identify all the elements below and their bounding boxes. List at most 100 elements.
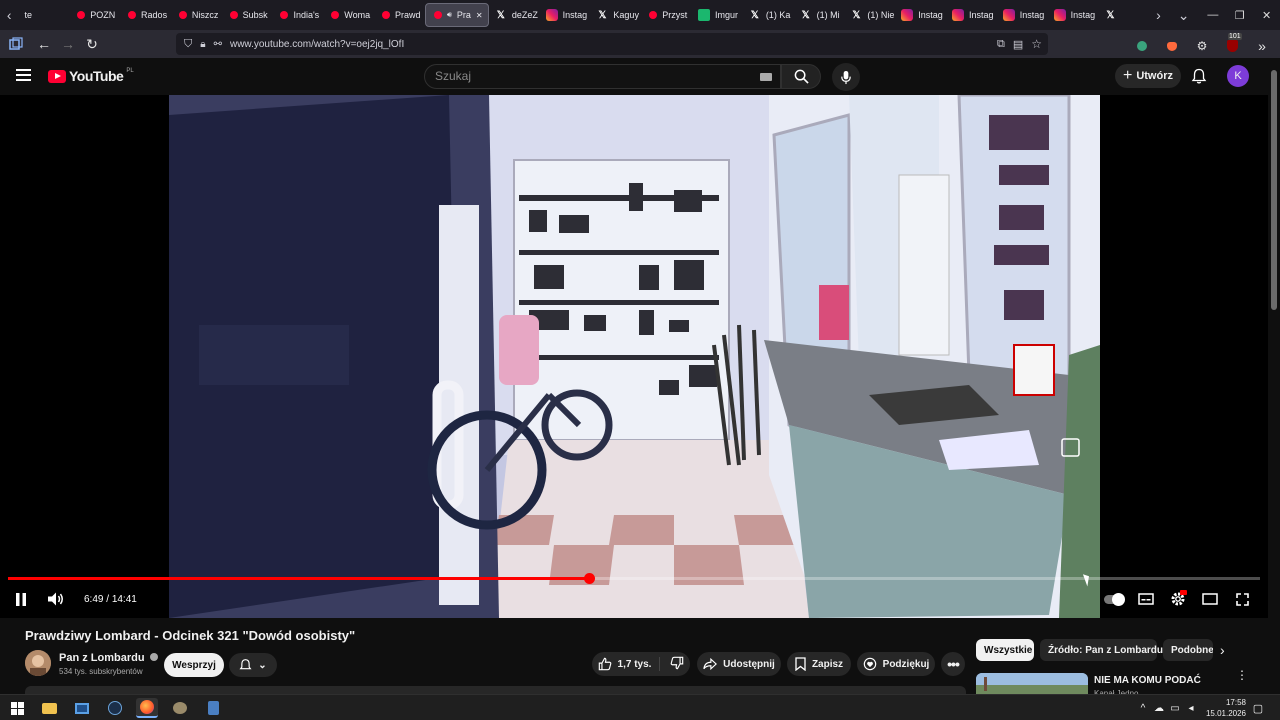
channel-avatar[interactable] bbox=[25, 650, 51, 676]
browser-tab[interactable]: Przyst bbox=[641, 3, 692, 27]
share-button[interactable]: Udostępnij bbox=[697, 652, 781, 676]
notification-bell-dropdown[interactable]: ⌄ bbox=[229, 653, 277, 677]
system-clock[interactable]: 17:58 15.01.2026 bbox=[1198, 697, 1246, 719]
tab-overview-icon[interactable] bbox=[4, 32, 28, 56]
create-button[interactable]: + Utwórz bbox=[1115, 64, 1181, 88]
tab-list-dropdown-icon[interactable]: ⌄ bbox=[1168, 0, 1200, 30]
notifications-center-icon[interactable]: ▢ bbox=[1250, 698, 1266, 718]
gimp-icon[interactable] bbox=[169, 698, 191, 718]
save-button[interactable]: Zapisz bbox=[787, 652, 851, 676]
tray-overflow-icon[interactable]: ^ bbox=[1137, 698, 1149, 718]
more-actions-button[interactable]: ••• bbox=[941, 652, 965, 676]
url-text[interactable]: www.youtube.com/watch?v=oej2jq_lOfI bbox=[230, 39, 404, 50]
browser-tab[interactable]: Instag bbox=[997, 3, 1048, 27]
chip-related[interactable]: Podobne bbox=[1163, 639, 1213, 661]
permissions-icon[interactable]: ⚯ bbox=[214, 39, 222, 50]
channel-name[interactable]: Pan z Lombardu bbox=[59, 652, 158, 664]
extension-globe-icon[interactable] bbox=[1130, 34, 1154, 58]
picture-in-picture-icon[interactable]: ⧉ bbox=[997, 38, 1005, 51]
mute-button[interactable] bbox=[46, 589, 66, 609]
tray-network-icon[interactable]: ▭ bbox=[1169, 698, 1181, 718]
browser-tab[interactable]: te bbox=[18, 3, 69, 27]
windows-start-icon[interactable] bbox=[6, 698, 28, 718]
browser-tab[interactable]: 🔊︎ Pra ✕ bbox=[424, 3, 489, 27]
browser-tab[interactable]: Instag bbox=[895, 3, 946, 27]
close-tab-icon[interactable]: ✕ bbox=[476, 11, 483, 20]
tabs-scroll-left-icon[interactable]: ‹ bbox=[0, 0, 18, 30]
bookmark-star-icon[interactable]: ☆ bbox=[1031, 37, 1042, 51]
browser-tab[interactable]: POZN bbox=[69, 3, 120, 27]
restore-icon[interactable]: ❐ bbox=[1226, 0, 1253, 30]
browser-tab[interactable]: India's bbox=[272, 3, 323, 27]
dislike-button[interactable] bbox=[666, 656, 684, 673]
youtube-logo[interactable]: YouTube PL bbox=[48, 68, 134, 84]
video-frame[interactable] bbox=[169, 95, 1100, 618]
lock-icon[interactable]: 🔒︎ bbox=[200, 39, 205, 50]
fullscreen-button[interactable] bbox=[1234, 589, 1250, 609]
description-box[interactable] bbox=[25, 686, 966, 694]
address-bar[interactable]: ⛉ 🔒︎ ⚯ www.youtube.com/watch?v=oej2jq_lO… bbox=[176, 33, 1048, 55]
chip-all[interactable]: Wszystkie bbox=[976, 639, 1034, 661]
tray-cloud-icon[interactable]: ☁ bbox=[1152, 698, 1166, 718]
browser-tab[interactable]: 𝕏 (1) Nie bbox=[844, 3, 895, 27]
firefox-icon[interactable] bbox=[136, 698, 158, 718]
calculator-icon[interactable] bbox=[202, 698, 224, 718]
browser-tab[interactable]: 𝕏deZeZ bbox=[489, 3, 540, 27]
progress-bar[interactable] bbox=[8, 573, 1260, 584]
back-icon[interactable]: ← bbox=[32, 32, 56, 56]
related-video-title[interactable]: NIE MA KOMU PODAĆ bbox=[1094, 675, 1201, 686]
keyboard-icon[interactable] bbox=[760, 73, 772, 81]
browser-tab[interactable]: Instag bbox=[1048, 3, 1099, 27]
this-pc-icon[interactable] bbox=[71, 698, 93, 718]
related-video-thumbnail[interactable] bbox=[976, 673, 1088, 694]
guide-menu-icon[interactable] bbox=[16, 68, 32, 87]
channel-name-text[interactable]: Pan z Lombardu bbox=[59, 652, 145, 664]
search-button[interactable] bbox=[781, 64, 821, 89]
like-button[interactable]: 1,7 tys. bbox=[598, 657, 661, 671]
voice-search-button[interactable] bbox=[832, 63, 860, 91]
video-player[interactable] bbox=[0, 95, 1268, 618]
settings-button[interactable] bbox=[1169, 589, 1187, 609]
chip-source-channel[interactable]: Źródło: Pan z Lombardu bbox=[1040, 639, 1163, 661]
tabs-scroll-right-icon[interactable]: › bbox=[1149, 0, 1167, 30]
pause-button[interactable] bbox=[13, 589, 29, 609]
extension-fox-icon[interactable] bbox=[1160, 34, 1184, 58]
browser-tab[interactable]: Imgur bbox=[692, 3, 743, 27]
more-tools-icon[interactable]: » bbox=[1250, 34, 1274, 58]
close-window-icon[interactable]: ✕ bbox=[1253, 0, 1280, 30]
browser-tab[interactable]: Rados bbox=[120, 3, 171, 27]
browser-tab[interactable]: 𝕏 (1) Mi bbox=[794, 3, 845, 27]
related-video-menu-icon[interactable]: ⋮ bbox=[1236, 669, 1248, 681]
forward-icon[interactable]: → bbox=[56, 32, 80, 56]
reload-icon[interactable]: ↻ bbox=[80, 32, 104, 56]
thanks-button[interactable]: Podziękuj bbox=[857, 652, 935, 676]
shield-icon[interactable]: ⛉ bbox=[184, 38, 192, 51]
browser-tab[interactable]: Instag bbox=[540, 3, 591, 27]
ublock-icon[interactable]: 101 bbox=[1220, 33, 1244, 58]
account-avatar[interactable]: K bbox=[1227, 65, 1249, 87]
tray-volume-icon[interactable]: ◂ bbox=[1185, 698, 1197, 718]
scrollbar-thumb[interactable] bbox=[1271, 70, 1277, 310]
subtitles-button[interactable] bbox=[1137, 589, 1155, 609]
autoplay-toggle[interactable] bbox=[1103, 589, 1125, 609]
browser-tab[interactable]: Niszcz bbox=[171, 3, 222, 27]
browser-tab[interactable]: Prawd bbox=[374, 3, 425, 27]
browser-tab[interactable]: 𝕏 (1) Ka bbox=[743, 3, 794, 27]
search-input[interactable]: Szukaj bbox=[424, 64, 781, 89]
reader-view-icon[interactable]: ▤ bbox=[1013, 38, 1023, 51]
browser-tab[interactable]: 𝕏 Kaguy bbox=[590, 3, 641, 27]
file-explorer-icon[interactable] bbox=[38, 698, 60, 718]
browser-tab[interactable]: Subsk bbox=[222, 3, 273, 27]
minimize-icon[interactable]: — bbox=[1200, 0, 1227, 30]
page-scrollbar[interactable] bbox=[1268, 58, 1280, 694]
theater-mode-button[interactable] bbox=[1201, 589, 1219, 609]
extensions-puzzle-icon[interactable]: ⚙ bbox=[1190, 34, 1214, 58]
browser-tab[interactable]: Woma bbox=[323, 3, 374, 27]
browser-tab[interactable]: Instag bbox=[946, 3, 997, 27]
browser-tab[interactable]: 𝕏 bbox=[1098, 3, 1149, 27]
notifications-bell-icon[interactable] bbox=[1191, 68, 1207, 89]
support-button[interactable]: Wesprzyj bbox=[164, 653, 224, 677]
steam-icon[interactable] bbox=[104, 698, 126, 718]
chips-next-icon[interactable]: › bbox=[1220, 642, 1225, 658]
speaker-icon[interactable]: 🔊︎ bbox=[447, 10, 452, 20]
